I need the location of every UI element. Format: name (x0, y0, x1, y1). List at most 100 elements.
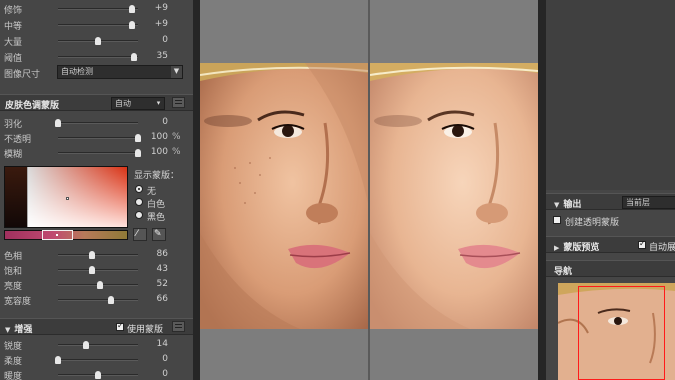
hsl-slider-thumb[interactable] (88, 266, 95, 274)
detail-slider-track[interactable] (58, 53, 138, 61)
display-mask-option[interactable]: 白色 (135, 197, 190, 210)
mask-slider-value[interactable]: 100 (150, 132, 168, 142)
mask-preview-header: ▶ 蒙版预览 自动展 (546, 236, 675, 253)
color-picker[interactable] (4, 166, 128, 228)
hsl-slider-value[interactable]: 86 (150, 249, 168, 259)
detail-slider-row: 中等 +9 (0, 18, 193, 32)
enhance-slider-thumb[interactable] (83, 341, 89, 349)
collapse-triangle-icon[interactable]: ▼ (554, 201, 559, 209)
display-mask-radio[interactable] (135, 211, 143, 219)
hsl-slider-thumb[interactable] (96, 281, 103, 289)
eyedropper-icon: ⁄ (136, 229, 138, 239)
mask-slider-thumb[interactable] (55, 119, 61, 127)
detail-slider-track[interactable] (58, 37, 138, 45)
hue-strip[interactable] (5, 167, 27, 227)
chevron-down-icon[interactable]: ▾ (153, 98, 164, 109)
skin-mask-mode-value: 自动 (115, 99, 131, 108)
display-mask-label: 显示蒙版： (134, 171, 180, 181)
output-mode-dropdown[interactable]: 当前层 (622, 196, 675, 209)
detail-slider-thumb[interactable] (95, 37, 101, 45)
hsl-slider-thumb[interactable] (107, 296, 114, 304)
enhance-slider-track[interactable] (55, 356, 138, 364)
panel-menu-button[interactable] (172, 97, 185, 108)
right-panel-divider[interactable] (538, 0, 546, 380)
detail-slider-thumb[interactable] (128, 5, 135, 13)
enhance-header: ▼ 增强 使用蒙版 (0, 318, 193, 335)
detail-slider-value[interactable]: 0 (150, 35, 168, 45)
expand-triangle-icon[interactable]: ▶ (554, 244, 559, 252)
display-mask-option-label: 无 (147, 187, 157, 197)
eyedropper-plus-icon: ✎ (154, 229, 162, 239)
enhance-slider-thumb[interactable] (55, 356, 61, 364)
auto-label: 自动展 (649, 243, 675, 253)
detail-slider-thumb[interactable] (128, 21, 135, 29)
use-mask-checkbox[interactable] (116, 321, 124, 331)
eyedropper-button[interactable]: ⁄ (133, 228, 147, 241)
mask-slider-label: 不透明 (4, 135, 32, 145)
auto-checkbox[interactable] (638, 239, 646, 249)
mask-slider-track[interactable] (58, 134, 141, 142)
mask-slider-track[interactable] (58, 149, 141, 157)
display-mask-option-label: 黑色 (147, 213, 166, 223)
hsl-slider-value[interactable]: 52 (150, 279, 168, 289)
create-mask-label: 创建透明蒙版 (565, 218, 620, 228)
enhance-slider-value[interactable]: 14 (150, 339, 168, 349)
detail-slider-value[interactable]: +9 (150, 19, 168, 29)
mask-slider-row: 模糊 100% (0, 146, 193, 160)
hsl-slider-value[interactable]: 43 (150, 264, 168, 274)
create-mask-row: 创建透明蒙版 (546, 212, 675, 228)
detail-slider-row: 大量 0 (0, 34, 193, 48)
chevron-down-icon[interactable]: ▼ (171, 66, 182, 78)
hsl-slider-label: 饱和 (4, 267, 23, 277)
image-canvas[interactable] (200, 0, 538, 380)
enhance-slider-value[interactable]: 0 (150, 369, 168, 379)
mask-slider-thumb[interactable] (135, 134, 141, 142)
detail-slider-track[interactable] (58, 5, 138, 13)
enhance-slider-value[interactable]: 0 (150, 354, 168, 364)
detail-slider-value[interactable]: 35 (150, 51, 168, 61)
mask-slider-value[interactable]: 0 (150, 117, 168, 127)
skin-mask-header: 皮肤色调蒙版 自动 ▾ (0, 94, 193, 111)
hsl-slider-value[interactable]: 66 (150, 294, 168, 304)
hsl-slider-track[interactable] (58, 266, 138, 274)
detail-slider-track[interactable] (58, 21, 138, 29)
mask-slider-value[interactable]: 100 (150, 147, 168, 157)
hue-range-bar[interactable] (4, 230, 128, 240)
mask-slider-thumb[interactable] (135, 149, 141, 157)
enhance-slider-track[interactable] (58, 371, 138, 379)
hsl-slider-track[interactable] (58, 281, 138, 289)
hsl-slider-thumb[interactable] (88, 251, 95, 259)
enhance-slider-thumb[interactable] (95, 371, 101, 379)
collapse-triangle-icon[interactable]: ▼ (5, 326, 10, 334)
display-mask-radio[interactable] (135, 198, 143, 206)
enhance-menu-button[interactable] (172, 321, 185, 332)
display-mask-radio[interactable] (135, 185, 143, 193)
hsl-slider-row: 色相 86 (0, 248, 193, 262)
mask-slider-track[interactable] (55, 119, 138, 127)
before-image[interactable] (200, 63, 368, 329)
hsl-slider-track[interactable] (58, 296, 138, 304)
enhance-slider-track[interactable] (58, 341, 138, 349)
enhance-slider-row: 锐度 14 (0, 338, 193, 352)
use-mask-label: 使用蒙版 (127, 325, 164, 335)
hsl-slider-track[interactable] (58, 251, 138, 259)
display-mask-option[interactable]: 黑色 (135, 210, 190, 223)
navigator-thumbnail[interactable] (558, 283, 675, 380)
detail-slider-value[interactable]: +9 (150, 3, 168, 13)
image-size-dropdown[interactable]: 自动检测 ▼ (57, 65, 183, 79)
create-mask-checkbox[interactable] (553, 216, 561, 224)
display-mask-option[interactable]: 无 (135, 184, 190, 197)
hsl-slider-label: 宽容度 (4, 297, 32, 307)
saturation-field[interactable] (28, 167, 127, 227)
mask-slider-row: 羽化 0 (0, 116, 193, 130)
navigator-viewport-box[interactable] (578, 286, 665, 380)
enhance-slider-label: 锐度 (4, 342, 23, 352)
after-image[interactable] (370, 63, 538, 329)
hsl-slider-row: 宽容度 66 (0, 293, 193, 307)
skin-mask-mode-dropdown[interactable]: 自动 ▾ (111, 97, 165, 110)
panel-divider[interactable] (193, 0, 200, 380)
output-header: ▼ 输出 当前层 (546, 193, 675, 210)
detail-slider-thumb[interactable] (131, 53, 137, 61)
hsl-slider-label: 色相 (4, 252, 23, 262)
eyedropper-plus-button[interactable]: ✎ (152, 228, 166, 241)
